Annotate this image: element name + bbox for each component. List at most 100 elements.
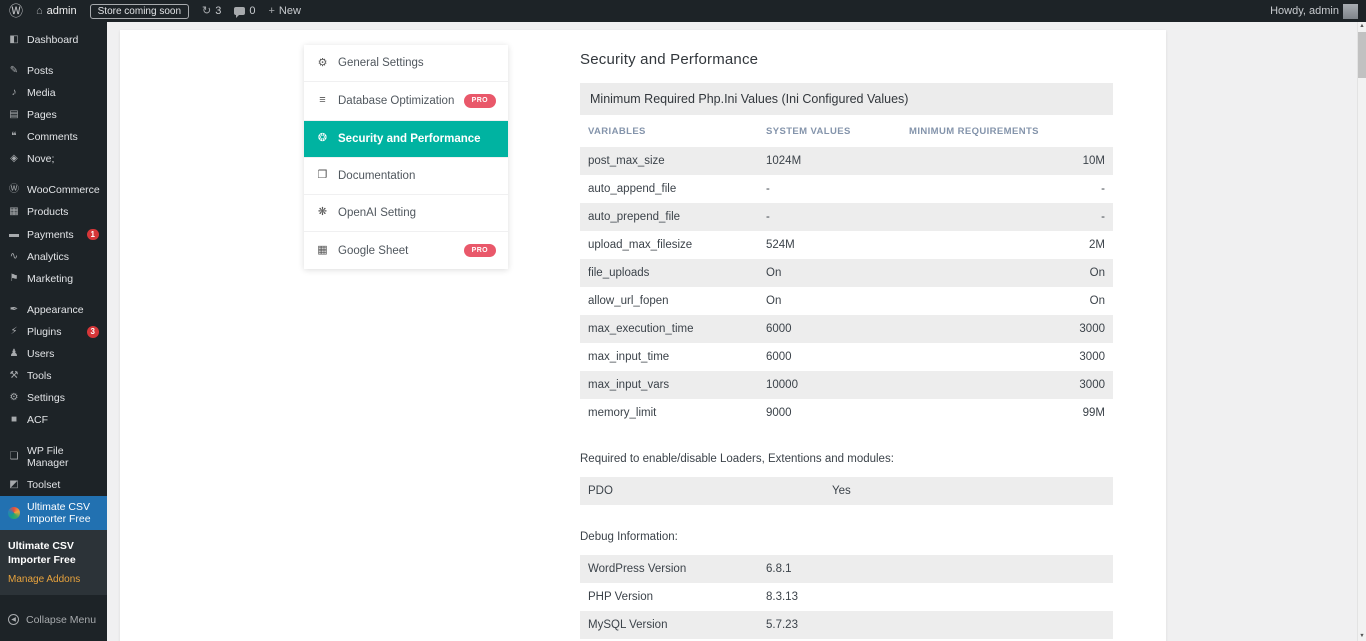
loaders-section-label: Required to enable/disable Loaders, Exte… <box>580 453 1113 465</box>
cell-system-value: 6000 <box>766 323 909 335</box>
tab-label: OpenAI Setting <box>338 207 416 219</box>
pro-badge: PRO <box>464 94 496 108</box>
sidebar-item-label: Settings <box>27 392 103 404</box>
column-header-variables: VARIABLES <box>588 126 766 137</box>
sidebar-item-pages[interactable]: ▤ Pages <box>0 104 107 126</box>
comments-link[interactable]: 0 <box>234 5 255 17</box>
table-row: max_input_vars 10000 3000 <box>580 371 1113 399</box>
cell-system-value: - <box>766 183 909 195</box>
pro-badge: PRO <box>464 244 496 258</box>
sidebar-item-label: Dashboard <box>27 34 103 46</box>
sidebar-item-nove[interactable]: ◈ Nove; <box>0 148 107 170</box>
tab-security-and-performance[interactable]: ❂ Security and Performance <box>304 121 508 158</box>
sidebar-item-tools[interactable]: ⚒ Tools <box>0 365 107 387</box>
payments-icon: ▬ <box>8 230 20 240</box>
products-icon: ▦ <box>8 207 20 217</box>
sidebar-item-label: Tools <box>27 370 103 382</box>
cell-system-value: - <box>766 211 909 223</box>
sidebar-item-toolset[interactable]: ◩ Toolset <box>0 474 107 496</box>
sidebar-item-wp-file-manager[interactable]: ❏ WP File Manager <box>0 440 107 474</box>
sidebar-item-users[interactable]: ♟ Users <box>0 343 107 365</box>
scroll-up-arrow[interactable]: ▲ <box>1358 22 1366 31</box>
cell-system-value: On <box>766 295 909 307</box>
sidebar-item-label: ACF <box>27 414 103 426</box>
menu-separator <box>0 431 107 440</box>
tab-label: Database Optimization <box>338 95 454 107</box>
table-row: PHP Version 8.3.13 <box>580 583 1113 611</box>
sidebar-item-comments[interactable]: ❝ Comments <box>0 126 107 148</box>
cell-minimum-requirement: 3000 <box>909 351 1105 363</box>
plugin-page-icon: ◈ <box>8 154 20 164</box>
cell-debug-value: 5.7.23 <box>766 619 1105 631</box>
store-coming-soon-badge[interactable]: Store coming soon <box>90 4 189 19</box>
cell-system-value: 524M <box>766 239 909 251</box>
tab-general-settings[interactable]: ⚙ General Settings <box>304 45 508 82</box>
plugins-notification-badge: 3 <box>87 326 99 338</box>
tab-database-optimization[interactable]: ≡ Database Optimization PRO <box>304 82 508 121</box>
sidebar-item-payments[interactable]: ▬ Payments 1 <box>0 224 107 246</box>
sidebar-item-plugins[interactable]: ⚡ Plugins 3 <box>0 321 107 343</box>
sidebar-item-acf[interactable]: ■ ACF <box>0 409 107 431</box>
submenu-item-manage-addons[interactable]: Manage Addons <box>0 571 107 588</box>
column-header-system-values: SYSTEM VALUES <box>766 126 909 137</box>
tab-label: Google Sheet <box>338 245 408 257</box>
sidebar-item-settings[interactable]: ⚙ Settings <box>0 387 107 409</box>
sidebar-item-appearance[interactable]: ✒ Appearance <box>0 299 107 321</box>
menu-separator <box>0 51 107 60</box>
site-name: admin <box>47 5 77 17</box>
sidebar-item-marketing[interactable]: ⚑ Marketing <box>0 268 107 290</box>
cell-debug-name: MySQL Version <box>588 619 766 631</box>
updates-icon: ↻ <box>202 6 211 17</box>
cell-variable: upload_max_filesize <box>588 239 766 251</box>
sidebar-item-dashboard[interactable]: ◧ Dashboard <box>0 29 107 51</box>
tab-label: Documentation <box>338 170 415 182</box>
site-link[interactable]: ⌂ admin <box>36 5 77 17</box>
openai-icon: ❋ <box>316 207 329 218</box>
phpini-table-body: post_max_size 1024M 10M auto_append_file… <box>580 147 1113 427</box>
cell-variable: max_execution_time <box>588 323 766 335</box>
page-scrollbar[interactable]: ▲ ▼ <box>1357 22 1366 641</box>
updates-link[interactable]: ↻ 3 <box>202 5 221 17</box>
csv-importer-submenu: Ultimate CSV Importer Free Manage Addons <box>0 530 107 594</box>
page-title: Security and Performance <box>580 51 1113 68</box>
table-row: MySQL Version 5.7.23 <box>580 611 1113 639</box>
sidebar-item-media[interactable]: ♪ Media <box>0 82 107 104</box>
table-row: PDO Yes <box>580 477 1113 505</box>
cell-minimum-requirement: 10M <box>909 155 1105 167</box>
table-row: upload_max_filesize 524M 2M <box>580 231 1113 259</box>
security-performance-panel: Security and Performance Minimum Require… <box>580 45 1113 641</box>
wordpress-menu[interactable]: Ⓦ <box>9 4 23 18</box>
media-icon: ♪ <box>8 88 20 98</box>
sheet-icon: ▦ <box>316 245 329 256</box>
table-row: auto_prepend_file - - <box>580 203 1113 231</box>
howdy-link[interactable]: Howdy, admin <box>1270 4 1358 19</box>
scrollbar-thumb[interactable] <box>1358 32 1366 78</box>
tab-documentation[interactable]: ❐ Documentation <box>304 158 508 195</box>
comment-bubble-icon <box>234 7 245 15</box>
tab-google-sheet[interactable]: ▦ Google Sheet PRO <box>304 232 508 270</box>
sidebar-item-products[interactable]: ▦ Products <box>0 201 107 223</box>
sidebar-item-ultimate-csv-importer[interactable]: Ultimate CSV Importer Free <box>0 496 107 530</box>
sidebar-item-analytics[interactable]: ∿ Analytics <box>0 246 107 268</box>
tab-label: General Settings <box>338 57 424 69</box>
scroll-down-arrow[interactable]: ▼ <box>1358 632 1366 641</box>
collapse-menu-button[interactable]: ◀ Collapse Menu <box>0 609 107 631</box>
sidebar-item-label: Plugins <box>27 326 80 338</box>
new-content-link[interactable]: + New <box>268 5 300 17</box>
howdy-text: Howdy, admin <box>1270 5 1339 17</box>
folder-icon: ❏ <box>8 452 20 462</box>
sidebar-item-posts[interactable]: ✎ Posts <box>0 60 107 82</box>
cell-minimum-requirement: 3000 <box>909 323 1105 335</box>
sidebar-item-woocommerce[interactable]: Ⓦ WooCommerce <box>0 179 107 201</box>
admin-bar: Ⓦ ⌂ admin Store coming soon ↻ 3 0 + New … <box>0 0 1366 22</box>
cell-loader-status: Yes <box>832 485 1105 497</box>
sidebar-item-label: WP File Manager <box>27 445 103 469</box>
cell-variable: auto_append_file <box>588 183 766 195</box>
tab-openai-setting[interactable]: ❋ OpenAI Setting <box>304 195 508 232</box>
user-avatar <box>1343 4 1358 19</box>
security-gear-icon: ❂ <box>316 133 329 144</box>
payments-notification-badge: 1 <box>87 229 99 241</box>
cell-variable: auto_prepend_file <box>588 211 766 223</box>
debug-section-label: Debug Information: <box>580 531 1113 543</box>
submenu-title: Ultimate CSV Importer Free <box>0 535 107 570</box>
